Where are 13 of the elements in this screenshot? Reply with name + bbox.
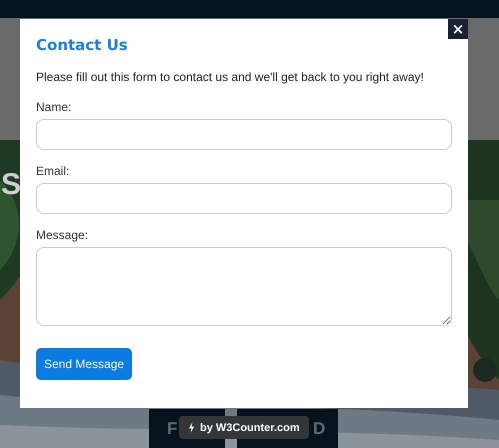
intro-text: Please fill out this form to contact us and we'll get back to you right away! [36,70,425,84]
modal-title: Contact Us [36,36,129,54]
send-button[interactable]: Send Message [36,348,132,380]
field-label: Name: [36,100,72,114]
field-label: Message: [36,228,90,242]
input-field[interactable] [36,119,452,150]
close-button[interactable]: × [448,19,468,39]
counter-badge[interactable]: by W3Counter.com [179,416,309,439]
bolt-icon [188,422,195,433]
field-label: Email: [36,164,70,178]
heading-text: S [1,170,22,200]
input-field[interactable] [36,183,452,214]
message-field[interactable] [36,247,452,326]
